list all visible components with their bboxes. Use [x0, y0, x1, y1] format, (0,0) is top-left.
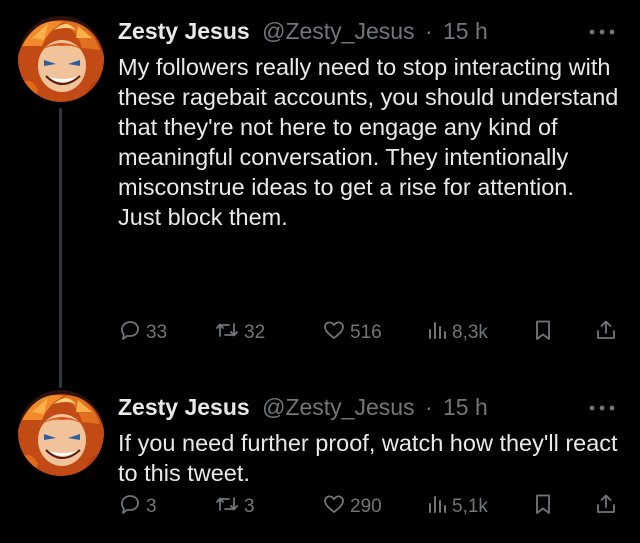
retweet-button[interactable]: 3	[214, 492, 255, 522]
reply-count: 33	[146, 322, 168, 343]
more-dots-icon[interactable]	[586, 398, 618, 418]
reply-button[interactable]: 33	[118, 318, 167, 348]
separator-dot: ·	[424, 18, 433, 44]
views-count: 8,3k	[452, 322, 488, 343]
speech-bubble-icon	[118, 318, 142, 348]
retweet-button[interactable]: 32	[214, 318, 265, 348]
timestamp[interactable]: 15 h	[443, 394, 488, 420]
reply-button[interactable]: 3	[118, 492, 157, 522]
like-button[interactable]: 290	[322, 492, 382, 522]
author-handle[interactable]: @Zesty_Jesus	[262, 18, 414, 44]
timestamp[interactable]: 15 h	[443, 18, 488, 44]
retweet-count: 3	[244, 496, 255, 517]
like-button[interactable]: 516	[322, 318, 382, 348]
bar-chart-icon	[426, 492, 448, 522]
action-bar: 3 3 290 5,1k	[118, 492, 623, 522]
author-name[interactable]: Zesty Jesus	[118, 394, 250, 420]
views-button[interactable]: 5,1k	[426, 492, 488, 522]
bookmark-icon	[532, 492, 554, 522]
avatar[interactable]	[18, 390, 104, 476]
bookmark-button[interactable]	[532, 318, 554, 348]
bookmark-button[interactable]	[532, 492, 554, 522]
tweet-header: Zesty Jesus @Zesty_Jesus · 15 h	[118, 16, 488, 46]
heart-icon	[322, 492, 346, 522]
retweet-count: 32	[244, 322, 266, 343]
bar-chart-icon	[426, 318, 448, 348]
bookmark-icon	[532, 318, 554, 348]
share-upload-icon	[594, 318, 618, 348]
views-button[interactable]: 8,3k	[426, 318, 488, 348]
author-name[interactable]: Zesty Jesus	[118, 18, 250, 44]
heart-icon	[322, 318, 346, 348]
retweet-arrows-icon	[214, 318, 240, 348]
separator-dot: ·	[424, 394, 433, 420]
retweet-arrows-icon	[214, 492, 240, 522]
share-button[interactable]	[594, 492, 618, 522]
more-dots-icon[interactable]	[586, 22, 618, 42]
tweet[interactable]: Zesty Jesus @Zesty_Jesus · 15 h My follo…	[0, 0, 640, 388]
tweet-header: Zesty Jesus @Zesty_Jesus · 15 h	[118, 392, 488, 422]
like-count: 516	[350, 322, 382, 343]
share-button[interactable]	[594, 318, 618, 348]
tweet-text: My followers really need to stop interac…	[118, 54, 619, 230]
tweet[interactable]: Zesty Jesus @Zesty_Jesus · 15 h If you n…	[0, 380, 640, 543]
share-upload-icon	[594, 492, 618, 522]
like-count: 290	[350, 496, 382, 517]
speech-bubble-icon	[118, 492, 142, 522]
views-count: 5,1k	[452, 496, 488, 517]
thread-line	[59, 108, 62, 388]
tweet-text: If you need further proof, watch how the…	[118, 430, 618, 486]
action-bar: 33 32 516 8,3k	[118, 318, 623, 348]
author-handle[interactable]: @Zesty_Jesus	[262, 394, 414, 420]
reply-count: 3	[146, 496, 157, 517]
avatar[interactable]	[18, 16, 104, 102]
